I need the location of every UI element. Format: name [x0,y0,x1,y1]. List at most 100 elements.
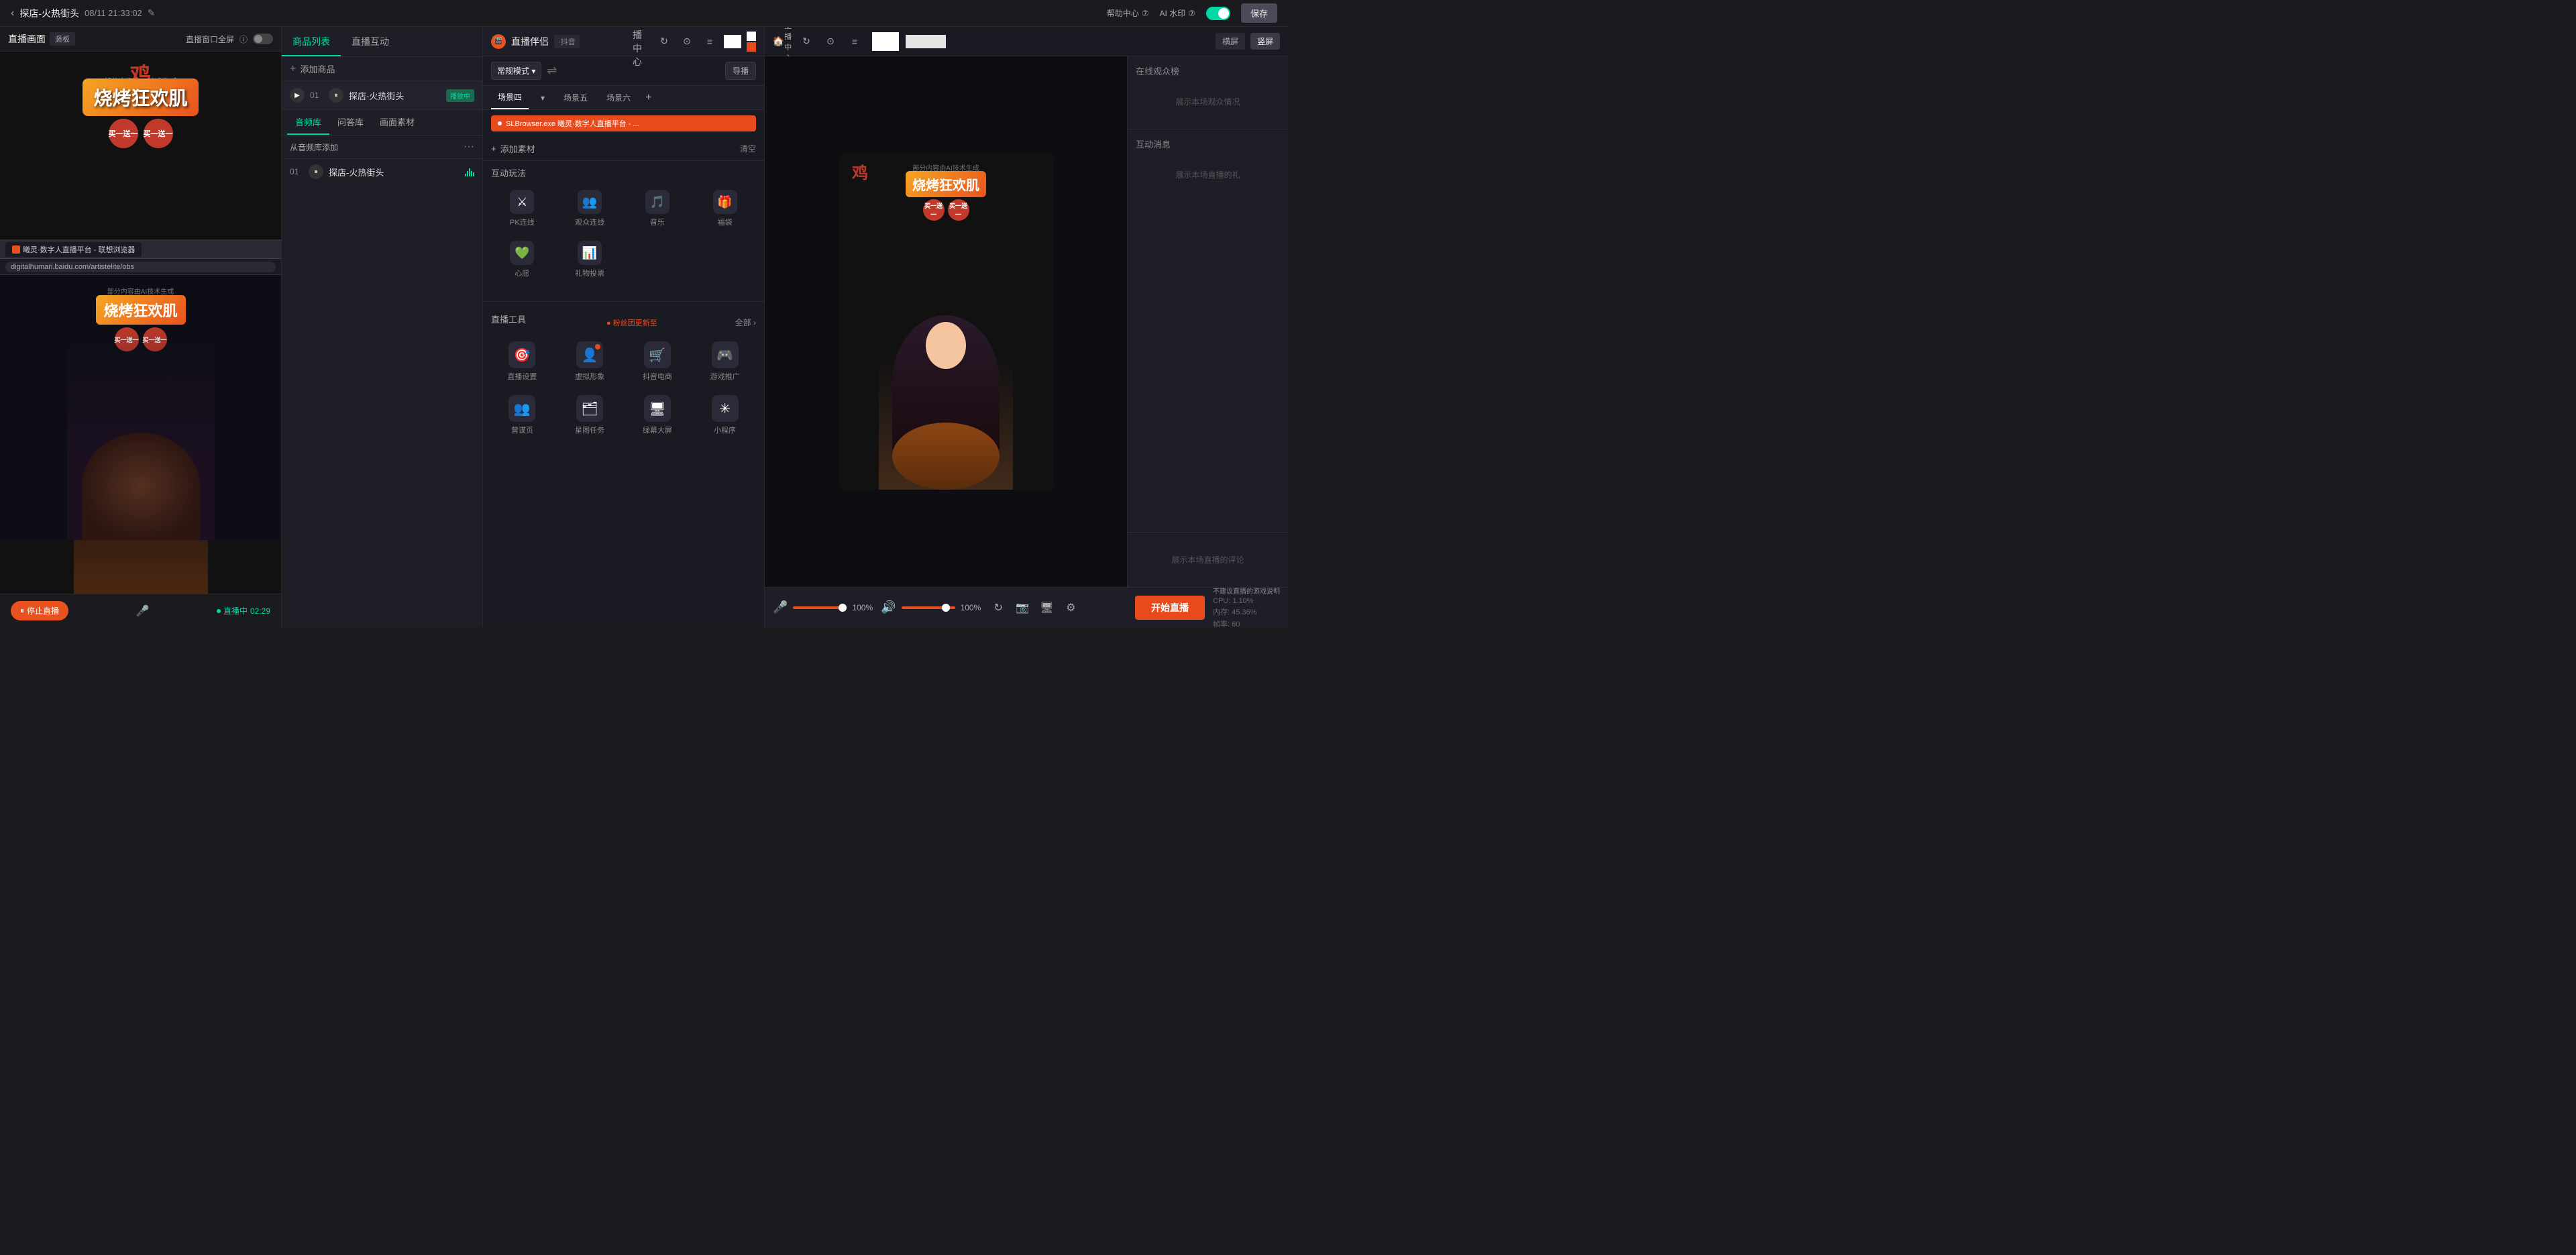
tab-landscape[interactable]: 横屏 [1216,33,1245,50]
ratio-badge[interactable]: 竖板 [50,32,75,46]
section-divider [483,301,764,302]
tab-product-list[interactable]: 商品列表 [282,27,341,56]
ai-water-button[interactable]: AI 水印 ⑦ [1160,7,1195,19]
tool-green-screen[interactable]: 🖥 绿幕大屏 [627,391,689,439]
refresh-btn-right[interactable]: ↻ [797,32,816,51]
scene-tab-4[interactable]: 场景四 [491,86,529,109]
back-button[interactable]: ‹ [11,7,14,19]
start-live-button[interactable]: 开始直播 [1135,596,1205,620]
live-dot [217,609,221,613]
color-block-right[interactable] [872,32,899,51]
top-bar-right: 帮助中心 ⑦ AI 水印 ⑦ 保存 [1107,3,1277,23]
camera-icon[interactable]: 📷 [1013,598,1032,617]
export-button[interactable]: 导播 [725,62,756,80]
interaction-title: 互动玩法 [491,166,756,179]
middle-panel: 商品列表 直播互动 + 添加商品 ▶ 01 ⏸ 探店-火热街头 播放中 音频库 … [282,27,483,627]
sub-tab-material[interactable]: 画面素材 [372,110,423,135]
product-play-button[interactable]: ▶ [290,88,305,103]
sub-tab-audio[interactable]: 音频库 [287,110,329,135]
audio-pause-button[interactable]: ⏸ [309,164,323,179]
mic-section: 🎤 100% [773,600,873,614]
product-pause-button[interactable]: ⏸ [329,88,343,103]
interaction-audience[interactable]: 👥 观众连线 [559,186,621,231]
interaction-pk[interactable]: ⚔ PK连线 [491,186,553,231]
swatch-white[interactable] [747,32,756,41]
color-picker-white[interactable] [724,35,741,48]
music-icon: 🎵 [645,190,669,214]
tool-star-tasks[interactable]: 🗂 星图任务 [559,391,621,439]
interaction-music[interactable]: 🎵 音乐 [627,186,689,231]
menu-btn-right[interactable]: ≡ [845,32,864,51]
tab-live-interaction[interactable]: 直播互动 [341,27,400,56]
dots-menu-button[interactable]: ··· [464,141,474,153]
scene-add-button[interactable]: + [645,92,651,104]
interaction-lucky-bag[interactable]: 🎁 福袋 [694,186,756,231]
tab-portrait[interactable]: 竖屏 [1250,33,1280,50]
stop-live-button[interactable]: ⏸ 停止直播 [11,601,68,620]
bbq-banner: 烧烤狂欢肌 买一送一 买一送一 [67,78,215,148]
mode-selector[interactable]: 常规模式 ▾ [491,62,541,80]
tool-live-settings[interactable]: 🎯 直播设置 [491,337,553,386]
settings-icon-bottom[interactable]: ⚙ [1061,598,1080,617]
star-tasks-label: 星图任务 [575,425,604,435]
refresh-icon[interactable]: ↻ [655,33,673,50]
save-button[interactable]: 保存 [1241,3,1277,23]
add-product-button[interactable]: + 添加商品 [282,57,482,81]
clear-button[interactable]: 清空 [740,143,756,154]
main-center-btn-right[interactable]: 🏠 主播中心 [773,32,792,51]
menu-icon[interactable]: ≡ [701,33,718,50]
view-all-button[interactable]: 全部 › [735,317,756,328]
scene-tab-5[interactable]: 场景五 [557,87,594,109]
add-from-library-btn[interactable]: 从音频库添加 [290,142,338,153]
fullscreen-toggle[interactable] [253,34,273,44]
audience-label: 观众连线 [575,217,604,227]
tool-manager[interactable]: 👥 营谋页 [491,391,553,439]
sub-tab-qa[interactable]: 问答库 [329,110,372,135]
tool-game-promote[interactable]: 🎮 游戏推广 [694,337,756,386]
mini-program-label: 小程序 [714,425,736,435]
right-sidebar: 在线观众榜 展示本场观众情况 互动消息 展示本场直播的礼 展示本场直播的评论 [1127,56,1288,587]
add-material-button[interactable]: + 添加素材 [491,142,535,155]
live-tools-section: 直播工具 ● 粉丝团更新至 全部 › 🎯 直播设置 👤 虚拟形象 🛒 [483,307,764,439]
scene-tab-dropdown[interactable]: ▾ [534,88,551,108]
screen-icon[interactable]: 🖥 [1037,598,1056,617]
virtual-avatar-label: 虚拟形象 [575,371,604,382]
browser-url-input[interactable] [5,262,276,272]
speaker-volume-pct: 100% [961,603,981,612]
interaction-wish[interactable]: 💚 心愿 [491,237,553,282]
audio-item: 01 ⏸ 探店-火热街头 [282,159,482,184]
mini-program-icon: ✳ [712,395,739,422]
mic-icon[interactable]: 🎤 [773,600,788,614]
extra-icon-buttons: ↻ 📷 🖥 ⚙ [989,598,1080,617]
edit-title-icon[interactable]: ✎ [148,7,156,19]
stop-live-label: 停止直播 [27,605,59,616]
gift-vote-icon: 📊 [578,241,602,265]
interaction-gift-vote[interactable]: 📊 礼物投票 [559,237,621,282]
speaker-section: 🔊 100% [881,600,981,614]
tool-virtual-avatar[interactable]: 👤 虚拟形象 [559,337,621,386]
refresh-icon-bottom[interactable]: ↻ [989,598,1008,617]
settings-btn-right[interactable]: ⊙ [821,32,840,51]
mic-indicator: 🎤 [136,604,150,618]
fullscreen-info-icon[interactable]: ⓘ [239,34,248,45]
virtual-avatar-icon: 👤 [576,341,603,368]
scene-tab-6[interactable]: 场景六 [600,87,637,109]
speaker-volume-slider[interactable] [902,606,955,609]
help-button[interactable]: 帮助中心 ⑦ [1107,7,1149,19]
left-panel-header: 直播画面 竖板 直播窗口全屏 ⓘ [0,27,281,52]
browser-tab[interactable]: 曦灵·数字人直播平台 - 联想浏览器 [5,242,142,257]
swatch-orange[interactable] [747,42,756,52]
plus-icon: + [290,63,296,75]
companion-panel: 🎬 直播伴侣 ·抖音 主播中心 ↻ ⊙ ≡ 常规模式 ▾ ⇌ [483,27,765,627]
viewers-title: 在线观众榜 [1136,64,1280,77]
tool-douyin-ecommerce[interactable]: 🛒 抖音电商 [627,337,689,386]
viewers-section: 在线观众榜 展示本场观众情况 [1128,56,1288,129]
settings-icon[interactable]: ⊙ [678,33,696,50]
tool-mini-program[interactable]: ✳ 小程序 [694,391,756,439]
speaker-icon[interactable]: 🔊 [881,600,896,614]
source-name: SLBrowser.exe 曦灵·数字人直播平台 - ... [506,118,749,129]
ai-water-toggle[interactable] [1206,7,1230,20]
companion-name: 直播伴侣 [511,35,549,48]
right-panel: 🏠 主播中心 ↻ ⊙ ≡ 横屏 竖屏 部分内容由AI技术生成 鸡 烧 [765,27,1288,627]
mic-volume-slider[interactable] [793,606,847,609]
